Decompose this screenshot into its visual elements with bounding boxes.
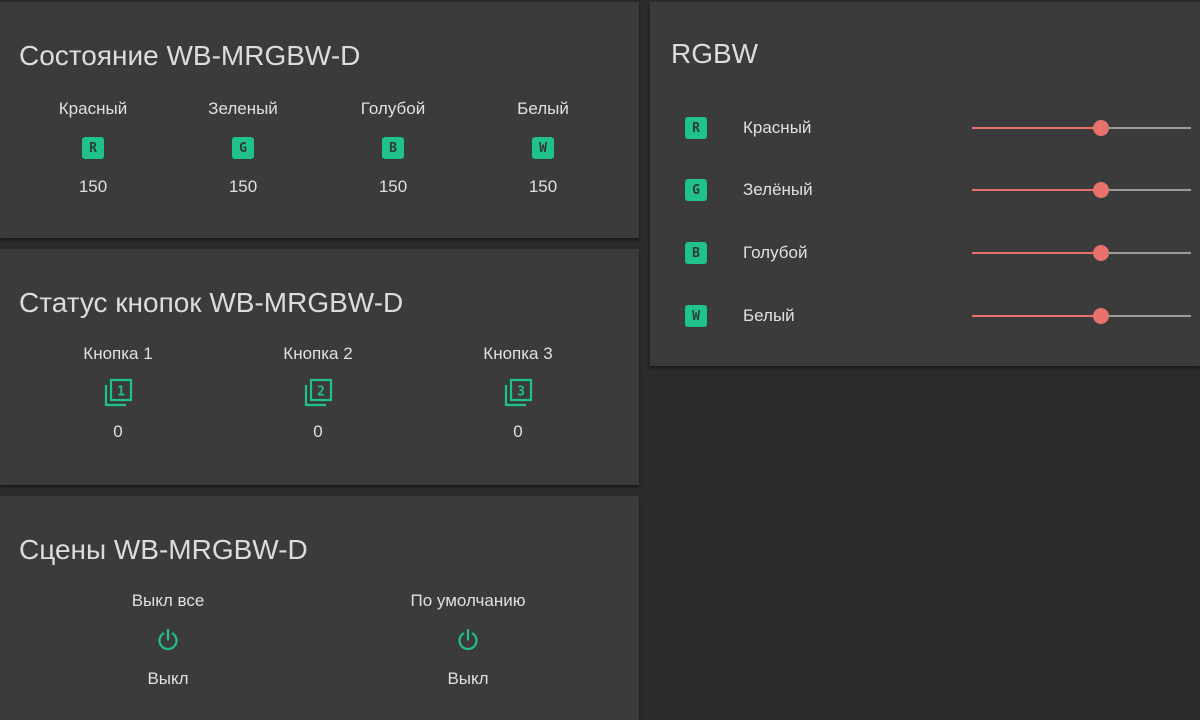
rgbw-row-white: W Белый (650, 301, 1200, 331)
blue-channel-icon: B (382, 137, 404, 159)
red-slider[interactable] (972, 113, 1191, 143)
power-icon[interactable] (155, 627, 181, 653)
state-card: Состояние WB-MRGBW-D Красный R 150 Зелен… (0, 2, 639, 238)
scene-value: Выкл (147, 669, 189, 688)
button-value: 0 (113, 422, 123, 441)
green-channel-icon: G (685, 179, 707, 201)
channel-label: Зеленый (208, 99, 278, 118)
scenes-card-title: Сцены WB-MRGBW-D (19, 534, 308, 565)
svg-text:2: 2 (317, 385, 325, 400)
red-channel-icon: R (685, 117, 707, 139)
channel-grid: Красный R 150 Зеленый G 150 Голубой B 15… (18, 97, 618, 199)
rgbw-label: Красный (743, 118, 812, 137)
button-status-3: Кнопка 3 3 0 (418, 342, 618, 444)
channel-label: Красный (58, 99, 128, 118)
blue-channel-icon: B (685, 242, 707, 264)
scene-off-all[interactable]: Выкл все Выкл (18, 589, 318, 691)
scenes-card: Сцены WB-MRGBW-D Выкл все Выкл По умолча… (0, 496, 639, 720)
filter-2-icon: 2 (304, 378, 333, 407)
buttons-card-title: Статус кнопок WB-MRGBW-D (19, 287, 404, 318)
button-label: Кнопка 2 (283, 344, 353, 363)
scenes-grid: Выкл все Выкл По умолчанию Выкл (18, 589, 618, 691)
scene-default[interactable]: По умолчанию Выкл (318, 589, 618, 691)
buttons-card: Статус кнопок WB-MRGBW-D Кнопка 1 1 0 Кн… (0, 249, 639, 485)
channel-value: 150 (78, 177, 108, 196)
rgbw-label: Зелёный (743, 180, 813, 199)
rgbw-row-red: R Красный (650, 113, 1200, 143)
scene-label: По умолчанию (410, 591, 526, 610)
state-card-title: Состояние WB-MRGBW-D (19, 40, 361, 71)
buttons-grid: Кнопка 1 1 0 Кнопка 2 2 0 Кнопка 3 3 0 (18, 342, 618, 444)
channel-green: Зеленый G 150 (168, 97, 318, 199)
rgbw-label: Голубой (743, 243, 808, 262)
channel-value: 150 (528, 177, 558, 196)
filter-3-icon: 3 (504, 378, 533, 407)
slider-thumb[interactable] (1093, 245, 1110, 261)
filter-1-icon: 1 (104, 378, 133, 407)
slider-thumb[interactable] (1093, 120, 1110, 136)
channel-blue: Голубой B 150 (318, 97, 468, 199)
rgbw-card-title: RGBW (671, 38, 759, 69)
button-label: Кнопка 1 (83, 344, 153, 363)
blue-slider[interactable] (972, 238, 1191, 268)
rgbw-row-blue: B Голубой (650, 238, 1200, 268)
dashboard: Состояние WB-MRGBW-D Красный R 150 Зелен… (0, 0, 1200, 720)
red-channel-icon: R (82, 137, 104, 159)
button-value: 0 (313, 422, 323, 441)
svg-text:3: 3 (517, 385, 525, 400)
button-label: Кнопка 3 (483, 344, 553, 363)
rgbw-card: RGBW R Красный G Зелёный B Голубой W Бел… (650, 2, 1200, 366)
button-value: 0 (513, 422, 523, 441)
channel-white: Белый W 150 (468, 97, 618, 199)
white-channel-icon: W (685, 305, 707, 327)
green-slider[interactable] (972, 175, 1191, 205)
channel-label: Белый (517, 99, 569, 118)
power-icon[interactable] (455, 627, 481, 653)
button-status-2: Кнопка 2 2 0 (218, 342, 418, 444)
scene-label: Выкл все (131, 591, 205, 610)
rgbw-row-green: G Зелёный (650, 175, 1200, 205)
channel-label: Голубой (360, 99, 426, 118)
channel-value: 150 (378, 177, 408, 196)
rgbw-label: Белый (743, 306, 795, 325)
button-status-1: Кнопка 1 1 0 (18, 342, 218, 444)
slider-thumb[interactable] (1093, 182, 1110, 198)
white-slider[interactable] (972, 301, 1191, 331)
scene-value: Выкл (447, 669, 489, 688)
green-channel-icon: G (232, 137, 254, 159)
slider-thumb[interactable] (1093, 308, 1110, 324)
channel-red: Красный R 150 (18, 97, 168, 199)
svg-text:1: 1 (117, 385, 125, 400)
channel-value: 150 (228, 177, 258, 196)
white-channel-icon: W (532, 137, 554, 159)
